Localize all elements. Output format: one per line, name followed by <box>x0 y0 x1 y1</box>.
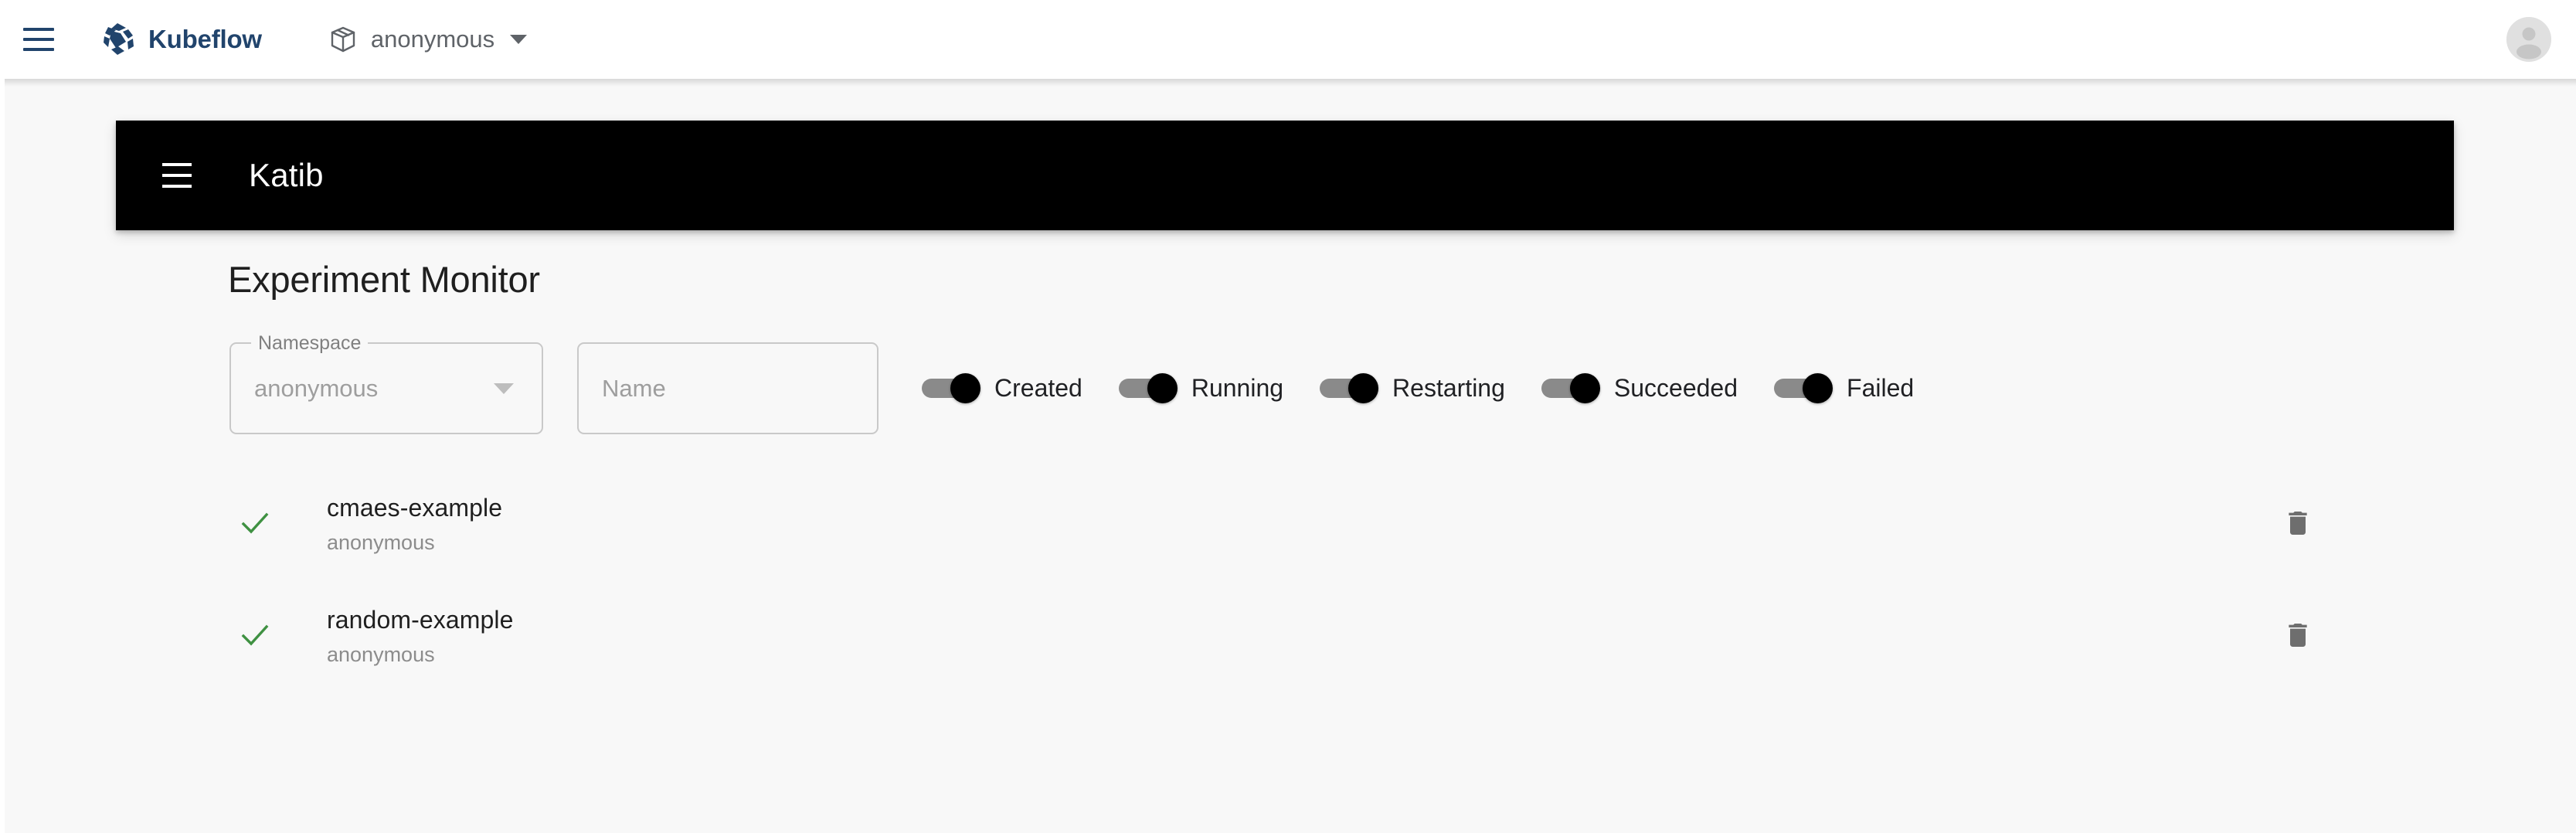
status-toggle-group: Created Running Restarting Succeeded Fai… <box>922 342 1914 434</box>
experiment-namespace: anonymous <box>327 642 435 666</box>
chevron-down-icon <box>510 35 528 44</box>
katib-content: Experiment Monitor Namespace anonymous N… <box>116 230 2454 691</box>
status-badge <box>232 506 278 540</box>
main-menu-icon[interactable] <box>23 22 59 57</box>
delete-experiment-button[interactable] <box>2277 614 2319 656</box>
hamburger-bar <box>162 185 192 188</box>
check-mark-icon <box>241 624 269 645</box>
user-avatar-icon <box>2506 17 2551 62</box>
check-mark-icon <box>241 512 269 533</box>
status-toggle-succeeded[interactable]: Succeeded <box>1541 373 1738 403</box>
status-toggle-running[interactable]: Running <box>1118 373 1284 403</box>
namespace-selector-label: anonymous <box>370 26 495 53</box>
status-toggle-label: Created <box>994 374 1082 402</box>
toggle-switch[interactable] <box>1320 373 1379 403</box>
kubeflow-brand-label: Kubeflow <box>148 25 262 53</box>
namespace-selector[interactable]: anonymous <box>322 16 533 63</box>
experiment-info: random-example anonymous <box>327 604 514 667</box>
page-body: Katib Experiment Monitor Namespace anony… <box>0 79 2576 833</box>
dropdown-arrow-icon <box>494 382 514 394</box>
toggle-switch[interactable] <box>1541 373 1600 403</box>
experiment-row[interactable]: random-example anonymous <box>116 579 2454 691</box>
experiment-row[interactable]: cmaes-example anonymous <box>116 467 2454 579</box>
left-gutter <box>0 79 5 833</box>
katib-toolbar: Katib <box>116 121 2454 230</box>
hamburger-bar <box>23 28 54 31</box>
trash-can-icon <box>2289 623 2307 647</box>
delete-experiment-button[interactable] <box>2277 502 2319 544</box>
status-toggle-failed[interactable]: Failed <box>1774 373 1915 403</box>
toggle-switch[interactable] <box>922 373 980 403</box>
katib-menu-icon[interactable] <box>162 158 198 193</box>
page-title: Experiment Monitor <box>228 259 540 300</box>
status-toggle-restarting[interactable]: Restarting <box>1320 373 1505 403</box>
status-badge <box>232 618 278 652</box>
user-avatar[interactable] <box>2506 17 2551 62</box>
toggle-switch[interactable] <box>1118 373 1178 403</box>
name-filter-field[interactable]: Name <box>577 342 878 434</box>
kubeflow-home-link[interactable]: Kubeflow <box>100 22 262 57</box>
namespace-select-value: anonymous <box>254 374 379 402</box>
package-box-icon <box>328 25 358 54</box>
hamburger-bar <box>162 174 192 177</box>
hamburger-bar <box>23 38 54 41</box>
katib-title: Katib <box>249 157 324 193</box>
hamburger-bar <box>162 163 192 166</box>
experiment-info: cmaes-example anonymous <box>327 491 502 555</box>
kubeflow-logo-icon <box>100 22 136 57</box>
toggle-thumb <box>1147 373 1178 403</box>
experiment-name: cmaes-example <box>327 493 503 522</box>
toggle-thumb <box>1348 373 1379 403</box>
status-toggle-label: Failed <box>1847 374 1915 402</box>
experiment-list: cmaes-example anonymous random-example a… <box>116 467 2454 691</box>
status-toggle-label: Running <box>1191 374 1284 402</box>
trash-can-icon <box>2289 511 2307 535</box>
experiment-namespace: anonymous <box>327 530 435 554</box>
namespace-select-label: Namespace <box>251 332 369 355</box>
toggle-thumb <box>1803 373 1833 403</box>
status-toggle-label: Restarting <box>1392 374 1505 402</box>
toggle-thumb <box>1569 373 1600 403</box>
experiment-name: random-example <box>327 605 514 634</box>
hamburger-bar <box>23 48 54 51</box>
status-toggle-label: Succeeded <box>1613 374 1738 402</box>
namespace-select[interactable]: Namespace anonymous <box>229 332 543 434</box>
kubeflow-navbar: Kubeflow anonymous <box>0 0 2576 79</box>
toggle-thumb <box>950 373 980 403</box>
toggle-switch[interactable] <box>1774 373 1833 403</box>
name-filter-placeholder: Name <box>602 374 666 402</box>
filter-row: Namespace anonymous Name Created Running… <box>229 332 2454 434</box>
status-toggle-created[interactable]: Created <box>922 373 1082 403</box>
